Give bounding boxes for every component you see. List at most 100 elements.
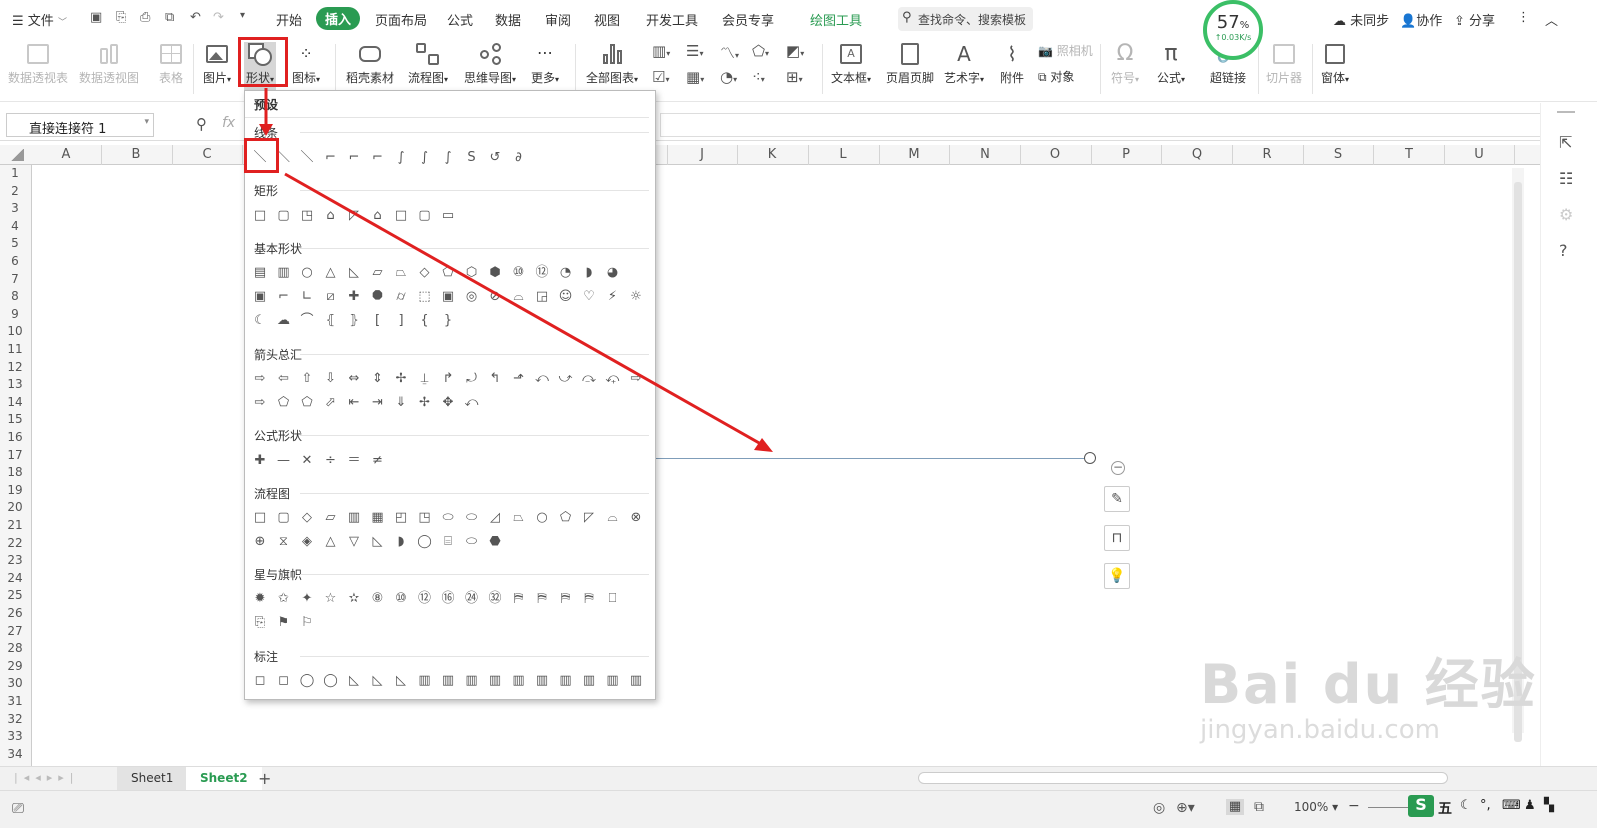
stars-banners-shape-icon[interactable]: ⛿ [533,590,551,608]
rectangles-shape-icon[interactable]: ▭ [439,207,457,225]
row-header[interactable]: 30 [0,676,30,690]
arrows-shape-icon[interactable]: ⇨ [627,370,645,388]
stars-banners-shape-icon[interactable]: ⑯ [439,590,457,608]
basic-shapes-shape-icon[interactable]: △ [322,264,340,282]
equation-shapes-shape-icon[interactable]: ÷ [322,452,340,470]
scrollbar-thumb[interactable] [1514,182,1522,742]
flowchart-shape-icon[interactable]: ⬠ [557,509,575,527]
stars-banners-shape-icon[interactable]: ✹ [251,590,269,608]
row-header[interactable]: 18 [0,465,30,479]
basic-shapes-shape-icon[interactable]: ⚡ [604,288,622,306]
select-all-icon[interactable] [10,149,24,161]
stars-banners-shape-icon[interactable]: ⑩ [392,590,410,608]
basic-shapes-shape-icon[interactable]: ⌐ [275,288,293,306]
arrows-shape-icon[interactable]: ⍊ [416,370,434,388]
flowchart-shape-icon[interactable]: □ [251,509,269,527]
row-header[interactable]: 5 [0,236,30,250]
basic-shapes-shape-icon[interactable]: ⬚ [416,288,434,306]
row-header[interactable]: 1 [0,166,30,180]
save-icon[interactable]: ▣ [90,10,102,25]
combo-chart-icon[interactable]: ▦▾ [686,68,704,86]
row-header[interactable]: 8 [0,289,30,303]
flowchart-button[interactable]: 流程图▾ [408,42,448,86]
stars-banners-shape-icon[interactable]: ⛿ [580,590,598,608]
flowchart-shape-icon[interactable]: △ [322,533,340,551]
flowchart-shape-icon[interactable]: ◺ [369,533,387,551]
lines-shape-icon[interactable]: ∫ [416,149,434,167]
arrows-shape-icon[interactable]: ⤺ [533,370,551,388]
settings-sliders-icon[interactable]: ☷ [1559,169,1573,188]
row-header[interactable]: 29 [0,659,30,673]
stars-banners-shape-icon[interactable]: ⎕ [604,590,622,608]
stars-banners-shape-icon[interactable]: ⚐ [298,614,316,632]
column-header[interactable]: P [1116,147,1136,162]
tab-data[interactable]: 数据 [495,10,521,29]
row-header[interactable]: 24 [0,571,30,585]
arrows-shape-icon[interactable]: ⇧ [298,370,316,388]
arrows-shape-icon[interactable]: ⇕ [369,370,387,388]
flowchart-shape-icon[interactable]: ◳ [416,509,434,527]
formula-input[interactable] [660,113,1550,137]
callouts-shape-icon[interactable]: ▥ [486,672,504,690]
fx-icon[interactable]: fx [222,115,235,131]
basic-shapes-shape-icon[interactable]: ⬢ [486,264,504,282]
basic-shapes-shape-icon[interactable]: ⯃ [369,288,387,306]
scatter-chart-icon[interactable]: ⁖▾ [752,68,765,86]
stars-banners-shape-icon[interactable]: ㉔ [463,590,481,608]
user-icon[interactable]: ♟ [1524,798,1536,813]
row-header[interactable]: 31 [0,694,30,708]
basic-shapes-shape-icon[interactable]: ∟ [298,288,316,306]
basic-shapes-shape-icon[interactable]: ◲ [533,288,551,306]
cursor-icon[interactable]: ⇱ [1559,133,1572,152]
lines-shape-icon[interactable]: ∫ [392,149,410,167]
stars-banners-shape-icon[interactable]: ⛿ [510,590,528,608]
undo-icon[interactable]: ↶ [190,10,201,25]
radar-chart-icon[interactable]: ⬠▾ [752,42,769,60]
stars-banners-shape-icon[interactable]: ✦ [298,590,316,608]
equation-shapes-shape-icon[interactable]: — [275,452,293,470]
column-header[interactable]: T [1399,147,1419,162]
help-icon[interactable]: ? [1559,241,1568,260]
stars-banners-shape-icon[interactable]: ⑫ [416,590,434,608]
column-header[interactable]: A [56,147,76,162]
eye-protection-icon[interactable]: ◎ [1153,800,1165,816]
callouts-shape-icon[interactable]: ▥ [557,672,575,690]
basic-shapes-shape-icon[interactable]: ☁ [275,312,293,330]
row-header[interactable]: 22 [0,536,30,550]
flowchart-shape-icon[interactable]: ⌓ [604,509,622,527]
row-header[interactable]: 2 [0,184,30,198]
line-chart-icon[interactable]: 〽▾ [720,42,739,63]
all-charts-button[interactable]: 全部图表▾ [586,42,638,86]
collapse-ribbon-icon[interactable]: ︿ [1545,10,1558,29]
flowchart-shape-icon[interactable]: ◈ [298,533,316,551]
pie-chart-icon[interactable]: ◔▾ [720,68,737,86]
stars-banners-shape-icon[interactable]: ⑧ [369,590,387,608]
rectangles-shape-icon[interactable]: ⌂ [322,207,340,225]
row-header[interactable]: 26 [0,606,30,620]
row-header[interactable]: 27 [0,624,30,638]
basic-shapes-shape-icon[interactable]: { [416,312,434,330]
basic-shapes-shape-icon[interactable]: ▣ [439,288,457,306]
command-search[interactable]: ⚲ 查找命令、搜索模板 [898,7,1033,31]
callouts-shape-icon[interactable]: ▥ [627,672,645,690]
rectangles-shape-icon[interactable]: ▢ [416,207,434,225]
stars-banners-shape-icon[interactable]: ☆ [322,590,340,608]
lightbulb-icon[interactable]: 💡 [1104,563,1130,589]
zoom-search-icon[interactable]: ⚲ [196,115,207,133]
more-options-icon[interactable]: ⋮ [1517,10,1530,25]
lines-shape-icon[interactable]: ＼ [298,149,316,167]
tab-formulas[interactable]: 公式 [447,10,473,29]
basic-shapes-shape-icon[interactable]: ⦄ [345,312,363,330]
sync-button[interactable]: ☁ 未同步 [1333,10,1389,29]
camera-button[interactable]: 📷 照相机 [1038,42,1093,59]
basic-shapes-shape-icon[interactable]: ⑫ [533,264,551,282]
stars-banners-shape-icon[interactable]: ⎘ [251,614,269,632]
arrows-shape-icon[interactable]: ⇔ [345,370,363,388]
flowchart-shape-icon[interactable]: ▥ [345,509,363,527]
stars-banners-shape-icon[interactable]: ㉜ [486,590,504,608]
row-header[interactable]: 15 [0,412,30,426]
row-header[interactable]: 11 [0,342,30,356]
basic-shapes-shape-icon[interactable]: ▣ [251,288,269,306]
arrows-shape-icon[interactable]: ✢ [392,370,410,388]
arrows-shape-icon[interactable]: ↱ [439,370,457,388]
